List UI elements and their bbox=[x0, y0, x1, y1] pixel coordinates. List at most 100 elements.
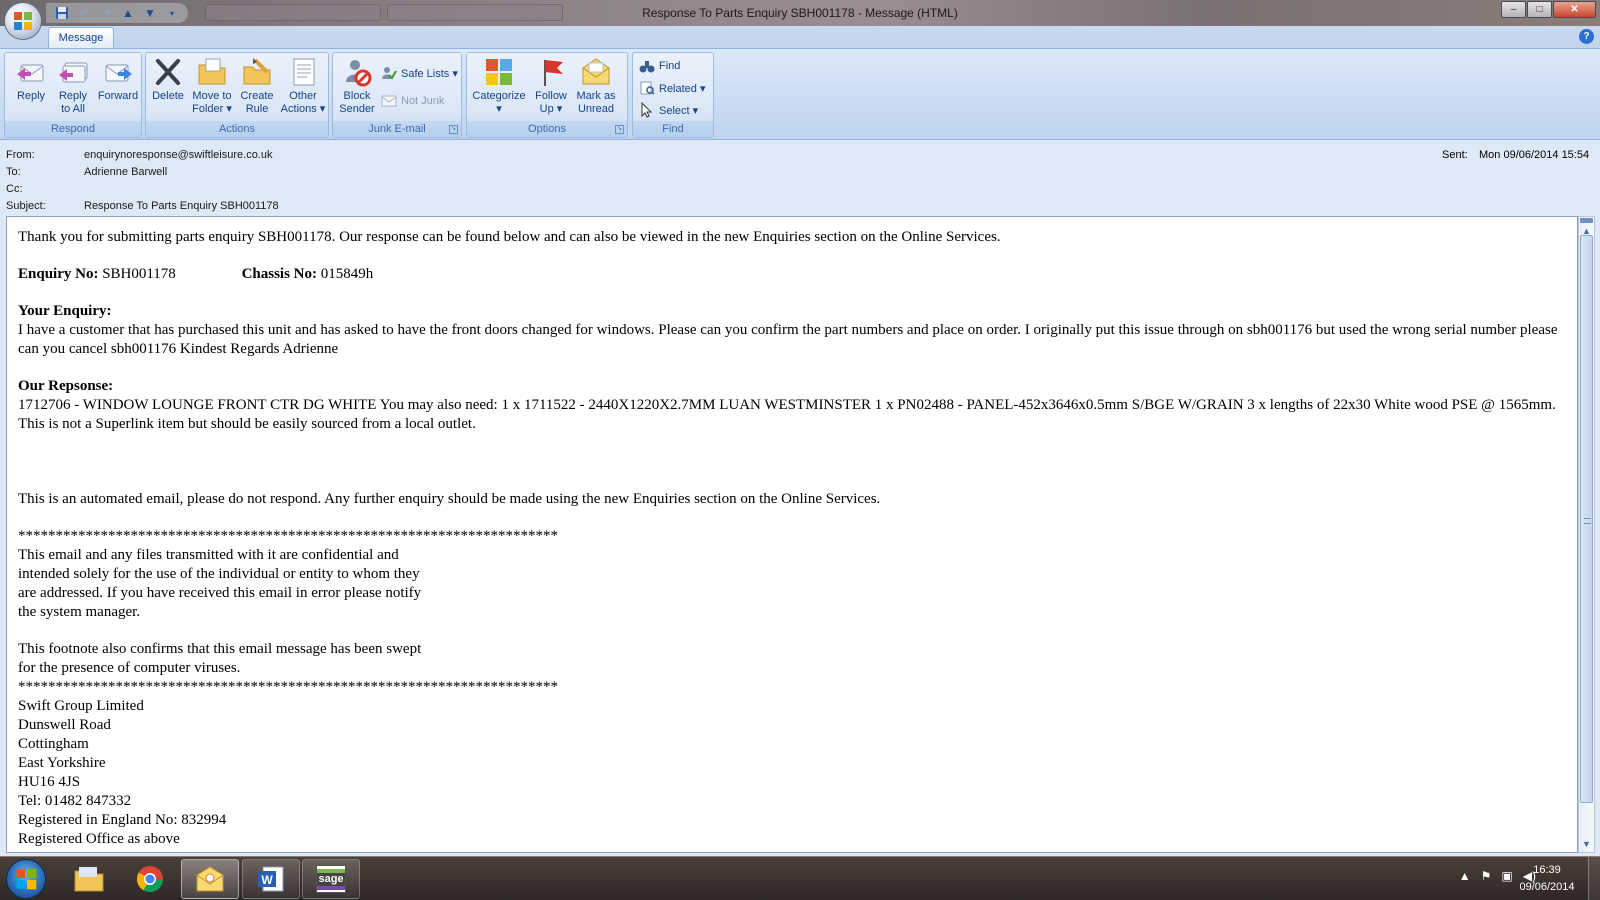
address-line: Dunswell Road bbox=[18, 717, 111, 733]
mark-as-unread-button[interactable]: Mark as Unread bbox=[573, 56, 619, 122]
to-value[interactable]: Adrienne Barwell bbox=[84, 166, 167, 178]
response-text: 1712706 - WINDOW LOUNGE FRONT CTR DG WHI… bbox=[18, 397, 1556, 432]
automated-notice: This is an automated email, please do no… bbox=[18, 491, 881, 507]
other-actions-icon bbox=[287, 56, 319, 88]
folder-icon bbox=[196, 56, 228, 88]
window-title: Response To Parts Enquiry SBH001178 - Me… bbox=[642, 6, 958, 20]
disclaimer-line: the system manager. bbox=[18, 604, 141, 620]
minimize-button[interactable]: – bbox=[1501, 1, 1526, 18]
find-group-label: Find bbox=[633, 121, 713, 137]
junk-email-group: Block Sender Safe Lists ▾ Not Junk Junk … bbox=[332, 52, 462, 138]
respond-group-label: Respond bbox=[5, 121, 141, 137]
delete-button[interactable]: Delete bbox=[150, 56, 186, 122]
follow-up-button[interactable]: Follow Up ▾ bbox=[531, 56, 571, 122]
footnote-line: This footnote also confirms that this em… bbox=[18, 641, 422, 657]
office-button[interactable] bbox=[4, 2, 42, 40]
cursor-icon bbox=[639, 101, 655, 118]
scrollbar-thumb[interactable] bbox=[1580, 235, 1593, 803]
outlook-icon[interactable] bbox=[181, 859, 239, 899]
clock-time: 16:39 bbox=[1533, 864, 1561, 876]
reply-all-icon bbox=[57, 56, 89, 88]
show-hidden-icons-icon[interactable]: ▲ bbox=[1459, 869, 1471, 883]
intro-text: Thank you for submitting parts enquiry S… bbox=[18, 229, 1001, 245]
windows-explorer-icon[interactable] bbox=[60, 859, 118, 899]
binoculars-icon bbox=[639, 58, 655, 74]
show-desktop-button[interactable] bbox=[1588, 857, 1600, 900]
customize-dropdown-icon[interactable]: ▾ bbox=[162, 4, 182, 22]
dialog-launcher-icon[interactable]: ↘ bbox=[615, 125, 624, 134]
sage-icon[interactable]: sage bbox=[302, 859, 360, 899]
dialog-launcher-icon[interactable]: ↘ bbox=[449, 125, 458, 134]
block-sender-button[interactable]: Block Sender bbox=[337, 56, 377, 122]
safe-lists-button[interactable]: Safe Lists ▾ bbox=[381, 63, 458, 83]
cc-label: Cc: bbox=[6, 183, 23, 195]
next-item-icon[interactable]: ▼ bbox=[140, 4, 160, 22]
to-label: To: bbox=[6, 166, 21, 178]
chrome-icon[interactable] bbox=[121, 859, 179, 899]
subject-value: Response To Parts Enquiry SBH001178 bbox=[84, 200, 279, 212]
clock[interactable]: 16:39 09/06/2014 bbox=[1512, 862, 1582, 896]
enquiry-no-label: Enquiry No: bbox=[18, 266, 99, 282]
start-button[interactable] bbox=[6, 859, 46, 899]
disclaimer-line: are addressed. If you have received this… bbox=[18, 585, 422, 601]
action-center-flag-icon[interactable]: ⚑ bbox=[1481, 869, 1492, 883]
postcode: HU16 4JS bbox=[18, 774, 81, 790]
enquiry-line: Enquiry No: SBH001178 Chassis No: 015849… bbox=[18, 265, 1567, 284]
reply-button[interactable]: Reply bbox=[11, 56, 51, 122]
delete-icon bbox=[152, 56, 184, 88]
address-line: East Yorkshire bbox=[18, 755, 106, 771]
help-icon[interactable]: ? bbox=[1579, 29, 1594, 44]
chassis-no-value: 015849h bbox=[320, 266, 374, 282]
company-name: Swift Group Limited bbox=[18, 698, 144, 714]
move-to-folder-button[interactable]: Move to Folder ▾ bbox=[190, 56, 234, 122]
junk-email-group-label: Junk E-mail bbox=[333, 121, 461, 137]
maximize-button[interactable]: □ bbox=[1527, 1, 1552, 18]
actions-group-label: Actions bbox=[146, 121, 328, 137]
registered-office: Registered Office as above bbox=[18, 831, 180, 847]
actions-group: Delete Move to Folder ▾ Create Rule Othe… bbox=[145, 52, 329, 138]
previous-item-icon[interactable]: ▲ bbox=[118, 4, 138, 22]
chassis-no-label: Chassis No: bbox=[241, 266, 317, 282]
close-button[interactable]: ✕ bbox=[1553, 1, 1596, 18]
message-body[interactable]: Thank you for submitting parts enquiry S… bbox=[6, 216, 1578, 853]
create-rule-button[interactable]: Create Rule bbox=[236, 56, 278, 122]
flag-icon bbox=[535, 56, 567, 88]
sage-icon-label: sage bbox=[317, 872, 345, 886]
windows-logo-icon bbox=[16, 868, 37, 890]
find-button[interactable]: Find bbox=[639, 56, 680, 76]
rule-icon bbox=[241, 56, 273, 88]
select-button[interactable]: Select ▾ bbox=[639, 100, 698, 120]
envelope-icon bbox=[580, 56, 612, 88]
options-group-label: Options bbox=[467, 121, 627, 137]
sent-label: Sent: bbox=[1442, 149, 1468, 161]
word-icon[interactable]: W bbox=[242, 859, 300, 899]
not-junk-button[interactable]: Not Junk bbox=[381, 91, 444, 111]
disclaimer-line: This email and any files transmitted wit… bbox=[18, 547, 399, 563]
scroll-down-icon[interactable]: ▼ bbox=[1579, 836, 1594, 852]
clock-date: 09/06/2014 bbox=[1519, 881, 1575, 893]
related-button[interactable]: Related ▾ bbox=[639, 78, 706, 98]
separator-stars: ****************************************… bbox=[18, 679, 558, 695]
redo-icon[interactable]: ↷ bbox=[96, 4, 116, 22]
from-label: From: bbox=[6, 149, 35, 161]
office-logo-icon bbox=[14, 12, 32, 30]
forward-button[interactable]: Forward bbox=[95, 56, 141, 122]
other-actions-button[interactable]: Other Actions ▾ bbox=[280, 56, 326, 122]
vertical-scrollbar[interactable]: ▲ ▼ bbox=[1578, 216, 1595, 853]
telephone: Tel: 01482 847332 bbox=[18, 793, 132, 809]
message-header: From: enquirynoresponse@swiftleisure.co.… bbox=[0, 141, 1600, 215]
registered-number: Registered in England No: 832994 bbox=[18, 812, 227, 828]
taskbar: W sage ▲ ⚑ ▣ ◀) 16:39 09/06/2014 bbox=[0, 856, 1600, 900]
categorize-button[interactable]: Categorize ▾ bbox=[469, 56, 529, 122]
undo-icon[interactable]: ↶ bbox=[74, 4, 94, 22]
address-line: Cottingham bbox=[18, 736, 89, 752]
tab-message[interactable]: Message bbox=[48, 27, 114, 49]
related-icon bbox=[639, 80, 655, 96]
not-junk-icon bbox=[381, 93, 397, 109]
save-icon[interactable] bbox=[52, 4, 72, 22]
reply-to-all-button[interactable]: Reply to All bbox=[53, 56, 93, 122]
title-bar: Response To Parts Enquiry SBH001178 - Me… bbox=[0, 0, 1600, 26]
your-enquiry-text: I have a customer that has purchased thi… bbox=[18, 322, 1558, 357]
subject-label: Subject: bbox=[6, 200, 46, 212]
from-value[interactable]: enquirynoresponse@swiftleisure.co.uk bbox=[84, 149, 272, 161]
